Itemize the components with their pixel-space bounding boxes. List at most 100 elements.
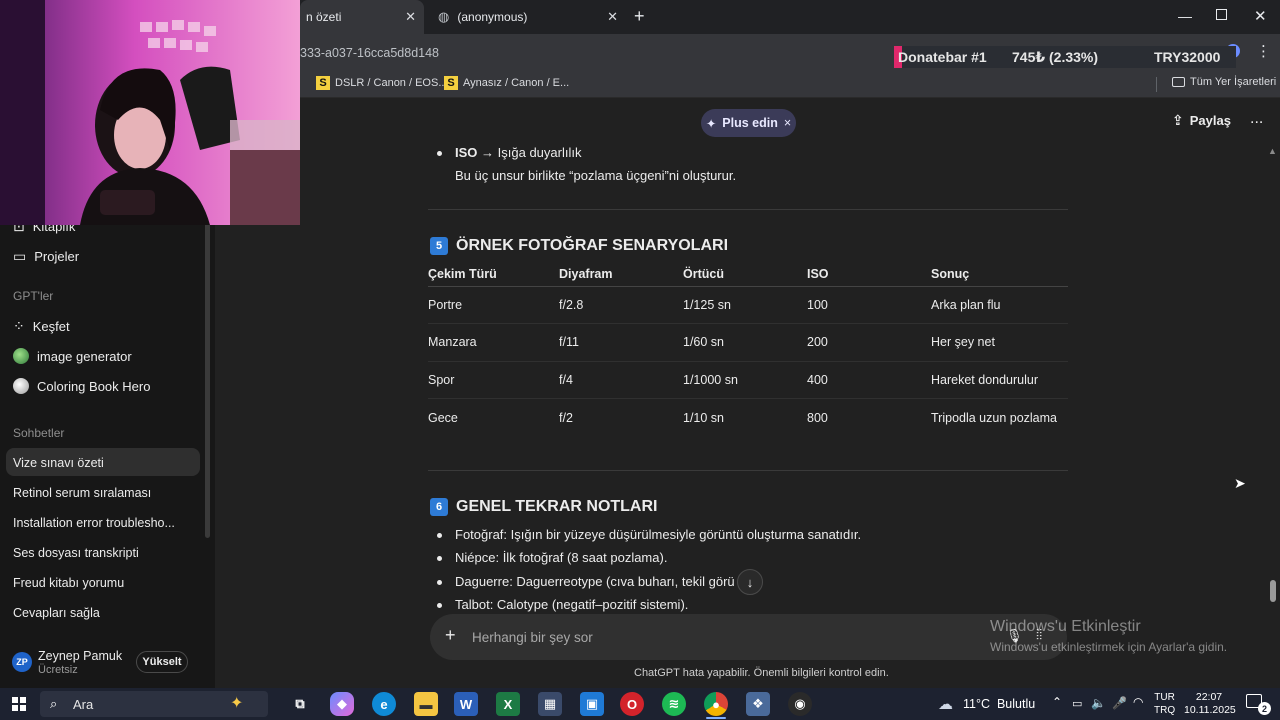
excel-icon[interactable]: X [496, 692, 520, 716]
windows-start-icon[interactable] [12, 697, 26, 711]
url-text[interactable]: 333-a037-16cca5d8d148 [300, 46, 439, 60]
bookmark-s-icon: S [316, 76, 330, 90]
copilot-sparkle-icon: ✦ [230, 695, 244, 712]
close-icon[interactable]: × [784, 116, 791, 130]
obs-icon[interactable]: ◉ [788, 692, 812, 716]
webcam-overlay [0, 0, 300, 225]
browser-menu-icon[interactable]: ⋮ [1256, 42, 1271, 60]
tray-chevron-icon[interactable]: ⌃ [1052, 695, 1062, 709]
tab-anonymous[interactable]: ◍ (anonymous) ✕ [430, 0, 626, 34]
language-indicator[interactable]: TUR TRQ [1154, 691, 1175, 717]
list-item: Talbot: Calotype (negatif–pozitif sistem… [455, 597, 689, 612]
list-item: Niépce: İlk fotoğraf (8 saat pozlama). [455, 550, 668, 565]
table-header-row: Çekim Türü Diyafram Örtücü ISO Sonuç [428, 262, 1068, 287]
bookmark-item[interactable]: S DSLR / Canon / EOS... [316, 76, 448, 90]
table-cell: f/2 [559, 410, 573, 425]
divider [428, 470, 1068, 471]
sidebar-item-image-generator[interactable]: image generator [13, 348, 132, 364]
close-tab-icon[interactable]: ✕ [607, 9, 618, 25]
microphone-tray-icon[interactable]: 🎤 [1112, 696, 1127, 710]
user-plan: Ücretsiz [38, 664, 78, 676]
donation-title: Donatebar #1 [898, 49, 987, 65]
upgrade-button[interactable]: Yükselt [136, 651, 188, 673]
table-row: Gece f/2 1/10 sn 800 Tripodla uzun pozla… [428, 399, 1068, 437]
chat-item[interactable]: Retinol serum sıralaması [13, 486, 151, 500]
sidebar-item-projects[interactable]: ▭ Projeler [13, 248, 79, 265]
chat-item[interactable]: Freud kitabı yorumu [13, 576, 124, 590]
close-window-icon[interactable]: ✕ [1254, 7, 1267, 25]
spotify-icon[interactable]: ≋ [662, 692, 686, 716]
share-icon: ⇪ [1172, 112, 1184, 128]
main-scrollbar-thumb[interactable] [1270, 580, 1276, 602]
windows-activation-subtitle: Windows'u etkinleştirmek için Ayarlar'a … [990, 640, 1228, 654]
file-explorer-icon[interactable]: ▬ [414, 692, 438, 716]
message-input[interactable] [472, 626, 992, 648]
chat-item[interactable]: Installation error troublesho... [13, 516, 175, 530]
gpts-heading: GPT'ler [13, 289, 54, 303]
tab-label: n özeti [306, 10, 342, 24]
sidebar-item-explore[interactable]: ⁘ Keşfet [13, 318, 70, 335]
volume-icon[interactable]: 🔈 [1091, 696, 1106, 710]
more-options-icon[interactable]: ... [1250, 110, 1263, 128]
avatar: ZP [12, 652, 32, 672]
all-bookmarks-button[interactable]: Tüm Yer İşaretleri [1172, 76, 1276, 88]
tab-active[interactable]: n özeti ✕ [300, 0, 424, 34]
sidebar-item-label: Projeler [34, 249, 80, 264]
battery-icon[interactable]: ▭ [1072, 697, 1082, 710]
clock-time: 22:07 [1195, 691, 1223, 703]
number-badge-icon: 6 [430, 498, 448, 516]
table-cell: 1/10 sn [683, 410, 725, 425]
section5-title: ÖRNEK FOTOĞRAF SENARYOLARI [456, 237, 729, 254]
word-icon[interactable]: W [454, 692, 478, 716]
user-profile[interactable]: ZP Zeynep Pamuk Ücretsiz Yükselt [12, 648, 202, 680]
taskbar-search[interactable]: ⌕ Ara ✦ [40, 691, 268, 717]
table-cell: 1/60 sn [683, 323, 807, 362]
store-icon[interactable]: ▣ [580, 692, 604, 716]
arrow-down-icon: ↓ [746, 574, 754, 590]
table-row: Spor f/4 1/1000 sn 400 Hareket dondurulu… [428, 361, 1068, 399]
divider [428, 209, 1068, 210]
close-tab-icon[interactable]: ✕ [405, 9, 416, 25]
calculator-icon[interactable]: ▦ [538, 692, 562, 716]
attach-plus-icon[interactable]: + [445, 625, 456, 646]
chat-item[interactable]: Vize sınavı özeti [13, 456, 104, 470]
mouse-cursor-icon: ➤ [1234, 475, 1246, 491]
webcam-image [0, 0, 300, 225]
scroll-down-button[interactable]: ↓ [737, 569, 763, 595]
user-name: Zeynep Pamuk [38, 649, 123, 663]
task-view-icon[interactable]: ⧉ [288, 692, 312, 716]
weather-text[interactable]: 11°C Bulutlu [963, 697, 1035, 711]
all-bookmarks-label: Tüm Yer İşaretleri [1190, 76, 1277, 88]
donation-goal: TRY32000 [1154, 49, 1221, 65]
copilot-icon[interactable]: ◆ [330, 692, 354, 716]
chat-item[interactable]: Ses dosyası transkripti [13, 546, 139, 560]
list-item: Fotoğraf: Işığın bir yüzeye düşürülmesiy… [455, 527, 862, 542]
globe-icon: ◍ [438, 9, 450, 24]
opera-icon[interactable]: O [620, 692, 644, 716]
sidebar-item-coloring-book[interactable]: Coloring Book Hero [13, 378, 150, 394]
network-tool-icon[interactable]: ❖ [746, 692, 770, 716]
bookmarks-divider [1156, 77, 1157, 92]
minimize-icon[interactable]: — [1178, 8, 1192, 24]
wifi-icon[interactable]: ◠ [1133, 695, 1143, 709]
bullet-dot [437, 580, 442, 585]
chat-item[interactable]: Cevapları sağla [13, 606, 100, 620]
get-plus-button[interactable]: ✦ Plus edin × [701, 109, 796, 137]
scroll-up-icon[interactable]: ▲ [1268, 146, 1277, 156]
edge-icon[interactable]: e [372, 692, 396, 716]
bullet-dot [437, 603, 442, 608]
chrome-icon[interactable]: ● [704, 692, 728, 716]
sidebar-item-label: Coloring Book Hero [37, 378, 151, 394]
column-header: Çekim Türü [428, 262, 559, 287]
exposure-note: Bu üç unsur birlikte “pozlama üçgeni”ni … [455, 168, 737, 183]
iso-line: ISO → Işığa duyarlılık [455, 145, 581, 160]
clock[interactable]: 22:07 10.11.2025 [1184, 691, 1236, 717]
table-cell: f/11 [559, 323, 683, 362]
new-tab-button[interactable]: + [634, 6, 645, 27]
weather-cloud-icon: ☁ [938, 696, 953, 713]
bookmark-item[interactable]: S Aynasız / Canon / E... [444, 76, 569, 90]
iso-text: → Işığa duyarlılık [481, 145, 582, 160]
share-button[interactable]: ⇪ Paylaş [1172, 112, 1231, 129]
section6-heading: 6 GENEL TEKRAR NOTLARI [430, 498, 657, 516]
maximize-icon[interactable] [1216, 9, 1227, 20]
